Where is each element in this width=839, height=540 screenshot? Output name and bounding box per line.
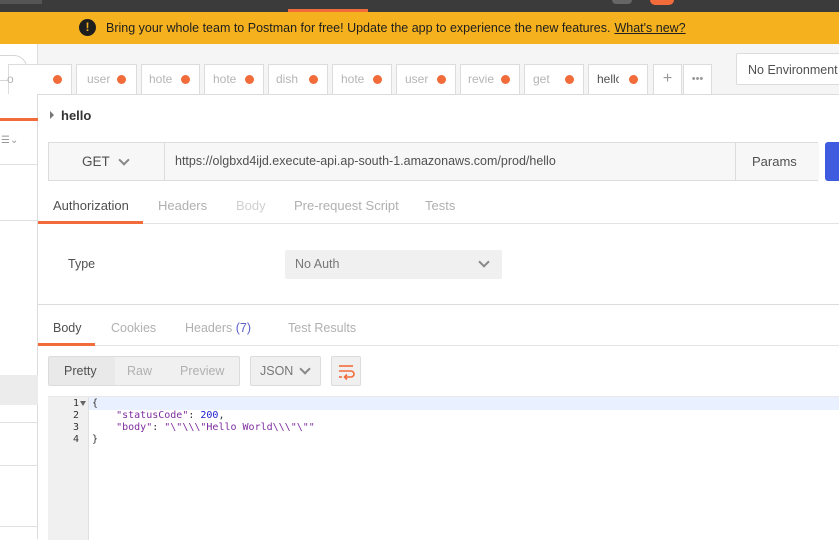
raw-button[interactable]: Raw bbox=[127, 364, 152, 378]
request-tab[interactable]: hote bbox=[141, 64, 200, 94]
active-line-highlight bbox=[89, 397, 839, 410]
active-tab-underline bbox=[38, 343, 95, 346]
more-icon: ••• bbox=[691, 73, 704, 85]
unsaved-dot-icon bbox=[501, 75, 510, 84]
code-line: "body": "\"\\\"Hello World\\\"\"" bbox=[116, 422, 315, 433]
sidebar: ☰⌄ bbox=[0, 44, 38, 539]
code-line: } bbox=[92, 434, 99, 445]
sidebar-selected-item[interactable] bbox=[0, 375, 38, 405]
whats-new-link[interactable]: What's new? bbox=[614, 21, 685, 35]
auth-type-select[interactable]: No Auth bbox=[285, 250, 502, 279]
request-name[interactable]: hello bbox=[50, 108, 91, 123]
chevron-down-icon bbox=[478, 256, 490, 268]
method-select[interactable]: GET bbox=[49, 143, 165, 180]
unsaved-dot-icon bbox=[565, 75, 574, 84]
unsaved-dot-icon bbox=[53, 75, 62, 84]
caret-right-icon bbox=[50, 111, 54, 119]
code-line: "statusCode": 200, bbox=[116, 410, 225, 421]
code-line: { bbox=[92, 398, 99, 409]
unsaved-dot-icon bbox=[437, 75, 446, 84]
tab-headers[interactable]: Headers bbox=[158, 198, 207, 213]
view-mode-group: Pretty Raw Preview bbox=[48, 356, 240, 386]
chevron-down-icon bbox=[118, 154, 130, 166]
send-button[interactable] bbox=[825, 142, 839, 181]
request-tab[interactable]: dish bbox=[268, 64, 328, 94]
topbar-icon bbox=[612, 0, 632, 4]
response-body-editor[interactable]: 1 2 3 4 { "statusCode": 200, "body": "\"… bbox=[48, 396, 839, 540]
sort-icon[interactable]: ☰⌄ bbox=[1, 135, 18, 146]
banner-message: Bring your whole team to Postman for fre… bbox=[106, 21, 686, 35]
request-tab-active[interactable]: hello bbox=[588, 64, 648, 94]
sidebar-divider bbox=[0, 220, 38, 221]
unsaved-dot-icon bbox=[245, 75, 254, 84]
wrap-icon bbox=[339, 365, 355, 381]
plus-icon: + bbox=[662, 70, 673, 87]
sidebar-divider bbox=[0, 422, 38, 423]
tab-test-results[interactable]: Test Results bbox=[288, 321, 356, 335]
tab-body[interactable]: Body bbox=[236, 198, 266, 213]
pane-divider[interactable] bbox=[38, 304, 839, 305]
tab-response-body[interactable]: Body bbox=[53, 321, 82, 335]
unsaved-dot-icon bbox=[629, 75, 638, 84]
pretty-button[interactable]: Pretty bbox=[64, 364, 97, 378]
line-number: 2 bbox=[72, 410, 79, 421]
notification-icon[interactable] bbox=[650, 0, 674, 5]
fold-icon[interactable] bbox=[80, 401, 86, 406]
sidebar-divider bbox=[0, 164, 38, 165]
topbar-segment bbox=[0, 0, 42, 4]
tab-options-button[interactable]: ••• bbox=[683, 64, 712, 94]
request-config-tabs: Authorization Headers Body Pre-request S… bbox=[38, 190, 839, 224]
headers-count: (7) bbox=[235, 321, 252, 335]
tab-response-headers[interactable]: Headers (7) bbox=[185, 321, 251, 335]
unsaved-dot-icon bbox=[117, 75, 126, 84]
os-top-bar bbox=[0, 0, 839, 12]
params-button[interactable]: Params bbox=[735, 143, 819, 180]
environment-selector[interactable]: No Environment bbox=[736, 53, 839, 85]
url-bar: GET https://olgbxd4ijd.execute-api.ap-so… bbox=[48, 142, 819, 181]
unsaved-dot-icon bbox=[373, 75, 382, 84]
warning-icon: ! bbox=[79, 19, 96, 36]
active-tab-underline bbox=[38, 221, 143, 224]
url-input[interactable]: https://olgbxd4ijd.execute-api.ap-south-… bbox=[175, 154, 556, 168]
new-tab-button[interactable]: + bbox=[653, 64, 682, 94]
tab-authorization[interactable]: Authorization bbox=[53, 198, 129, 213]
wrap-lines-button[interactable] bbox=[331, 356, 361, 386]
tab-cookies[interactable]: Cookies bbox=[111, 321, 156, 335]
line-number: 4 bbox=[72, 434, 79, 445]
chevron-down-icon bbox=[299, 363, 311, 375]
request-tab[interactable]: get bbox=[524, 64, 584, 94]
request-tab[interactable]: o bbox=[7, 64, 72, 94]
unsaved-dot-icon bbox=[181, 75, 190, 84]
request-tab[interactable]: hote bbox=[332, 64, 392, 94]
preview-button[interactable]: Preview bbox=[180, 364, 224, 378]
line-number: 3 bbox=[72, 422, 79, 433]
sidebar-active-tab-indicator bbox=[0, 118, 38, 121]
tab-pre-request-script[interactable]: Pre-request Script bbox=[294, 198, 399, 213]
unsaved-dot-icon bbox=[309, 75, 318, 84]
request-tab[interactable]: revie bbox=[460, 64, 520, 94]
sidebar-divider bbox=[0, 526, 38, 527]
line-number: 1 bbox=[72, 398, 79, 409]
tab-tests[interactable]: Tests bbox=[425, 198, 455, 213]
request-tab[interactable]: user bbox=[396, 64, 456, 94]
sidebar-divider bbox=[0, 465, 38, 466]
request-tab[interactable]: hote bbox=[204, 64, 264, 94]
format-select[interactable]: JSON bbox=[250, 356, 321, 386]
response-tabs: Body Cookies Headers (7) Test Results bbox=[38, 312, 839, 346]
update-banner: ! Bring your whole team to Postman for f… bbox=[0, 12, 839, 44]
auth-type-label: Type bbox=[68, 257, 96, 271]
request-tab[interactable]: user bbox=[76, 64, 137, 94]
